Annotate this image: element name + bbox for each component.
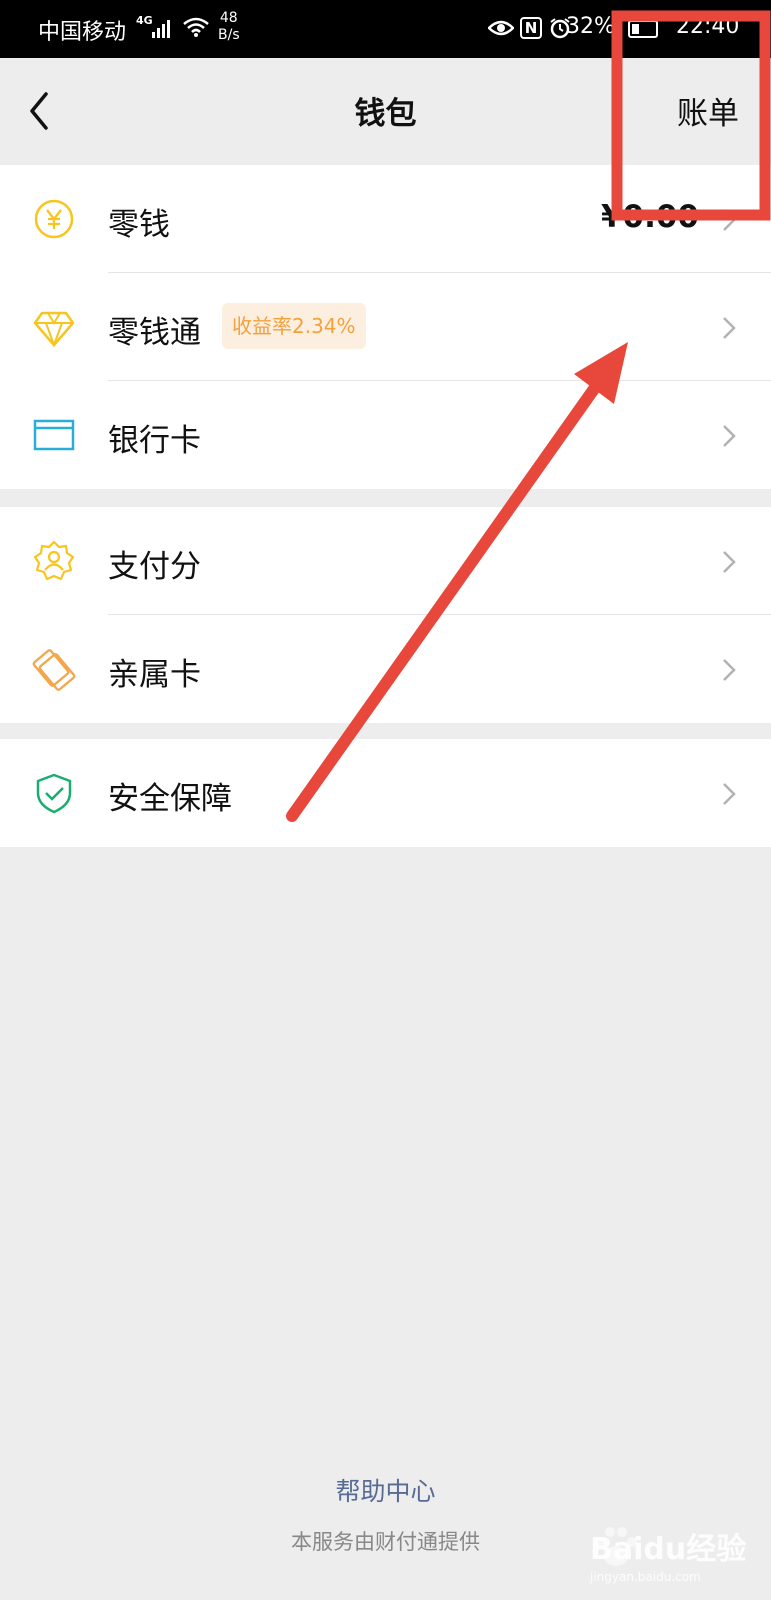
security-item[interactable]: 安全保障: [0, 739, 771, 847]
family-card-label: 亲属卡: [108, 657, 201, 693]
chevron-right-icon: [723, 551, 736, 573]
battery-icon: [628, 20, 658, 38]
speed-unit: B/s: [218, 27, 240, 43]
yuan-coin-icon: [34, 199, 74, 239]
bank-card-label: 银行卡: [108, 423, 201, 459]
help-center-link[interactable]: 帮助中心: [0, 1472, 771, 1508]
lingqiantong-item[interactable]: 零钱通 收益率2.34%: [0, 273, 771, 381]
payscore-icon: [33, 540, 75, 581]
wallet-group-services: 支付分 亲属卡: [0, 507, 771, 723]
change-balance: ¥0.00: [600, 199, 699, 235]
security-label: 安全保障: [108, 781, 232, 817]
network-type: 4G: [136, 14, 153, 27]
diamond-icon: [33, 311, 75, 348]
payscore-item[interactable]: 支付分: [0, 507, 771, 615]
change-item[interactable]: 零钱 ¥0.00: [0, 165, 771, 273]
chevron-right-icon: [723, 425, 736, 447]
nav-bar: 钱包 账单: [0, 58, 771, 165]
payscore-label: 支付分: [108, 549, 201, 585]
chevron-right-icon: [723, 783, 736, 805]
change-label: 零钱: [108, 207, 170, 243]
wifi-icon: [183, 17, 209, 37]
page-title: 钱包: [354, 96, 417, 132]
signal-icon: [152, 20, 170, 38]
bank-card-icon: [33, 419, 75, 451]
wallet-group-funds: 零钱 ¥0.00 零钱通 收益率2.34% 银行卡: [0, 165, 771, 489]
family-card-icon: [32, 649, 76, 691]
battery-percent: 32%: [566, 14, 615, 39]
bill-button[interactable]: 账单: [677, 88, 739, 133]
eye-comfort-icon: [488, 20, 514, 36]
carrier-name: 中国移动: [38, 20, 127, 45]
speed-value: 48: [219, 10, 238, 26]
battery-level: [632, 24, 639, 34]
chevron-right-icon: [723, 659, 736, 681]
chevron-right-icon: [723, 317, 736, 339]
shield-icon: [36, 773, 72, 814]
chevron-right-icon: [723, 209, 736, 231]
clock: 22:40: [676, 14, 740, 39]
network-speed: 48 B/s: [218, 10, 240, 44]
bank-card-item[interactable]: 银行卡: [0, 381, 771, 489]
watermark-brand: Baidu经验: [590, 1532, 747, 1567]
family-card-item[interactable]: 亲属卡: [0, 615, 771, 723]
nfc-icon: N: [520, 17, 542, 39]
lingqiantong-label: 零钱通: [108, 315, 201, 351]
yield-rate-badge: 收益率2.34%: [222, 303, 366, 349]
wallet-group-security: 安全保障: [0, 739, 771, 847]
status-bar: 中国移动 4G 48 B/s N 32% 22:40: [0, 0, 771, 58]
watermark-url: jingyan.baidu.com: [590, 1570, 701, 1584]
